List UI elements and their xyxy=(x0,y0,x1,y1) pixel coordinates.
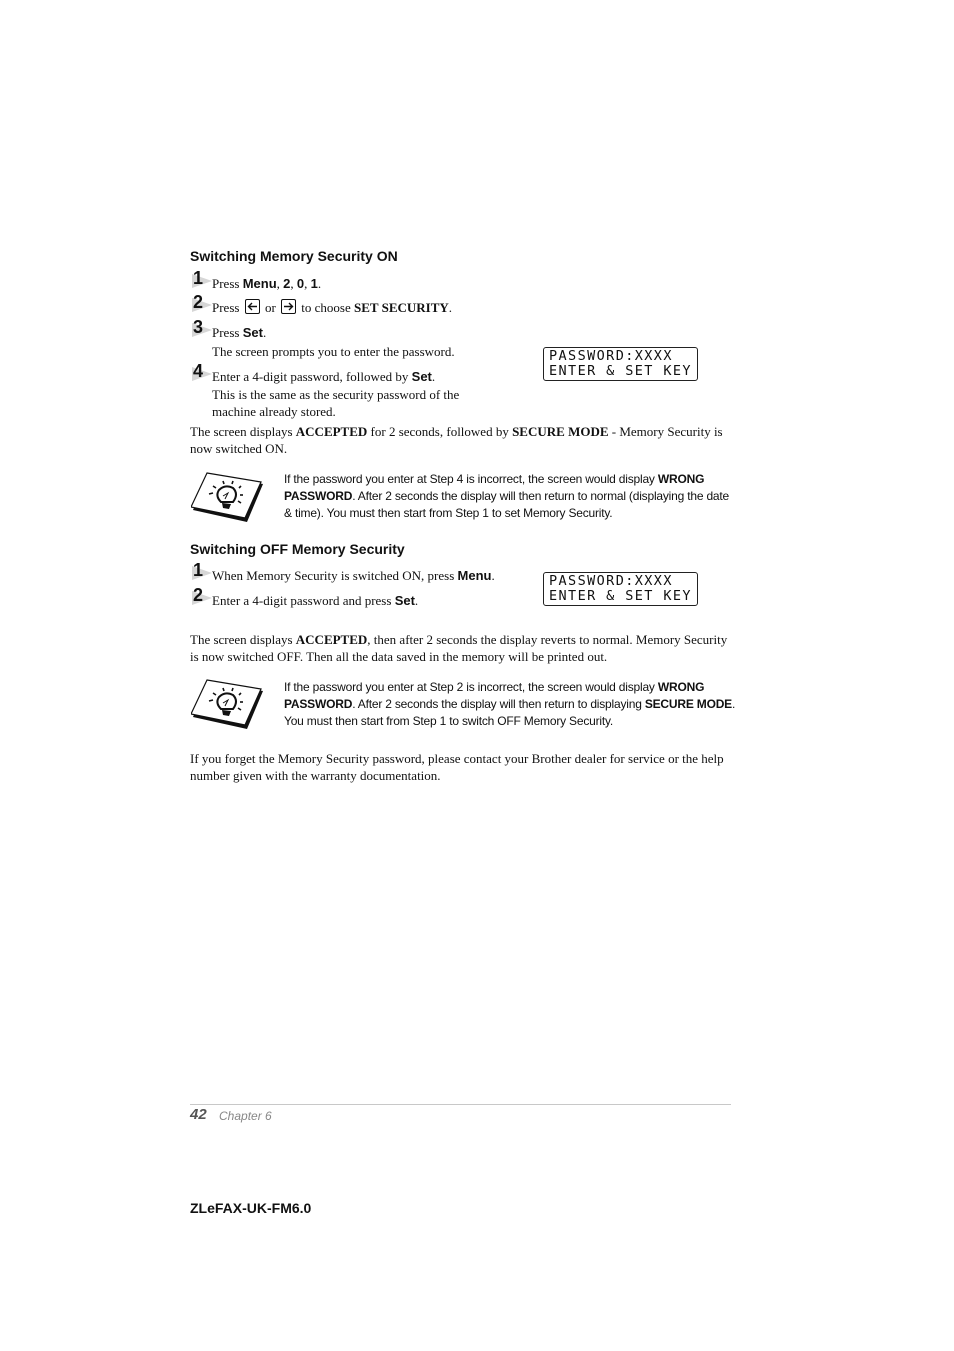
section-heading-on: Switching Memory Security ON xyxy=(190,248,398,264)
result-paragraph-off: The screen displays ACCEPTED, then after… xyxy=(190,632,728,664)
step-number-badge: 1 xyxy=(190,561,212,583)
note-text-off: If the password you enter at Step 2 is i… xyxy=(284,680,736,728)
forget-password-paragraph: If you forget the Memory Security passwo… xyxy=(190,751,724,783)
note-text-on: If the password you enter at Step 4 is i… xyxy=(284,472,730,520)
step-number-badge: 2 xyxy=(190,293,212,315)
footer-divider xyxy=(190,1104,731,1105)
lcd-display-on: PASSWORD:XXXX ENTER & SET KEY xyxy=(543,347,698,381)
section-heading-off: Switching OFF Memory Security xyxy=(190,541,405,557)
lightbulb-note-icon xyxy=(190,472,265,529)
right-arrow-key-icon xyxy=(281,299,297,314)
step-number-badge: 3 xyxy=(190,318,212,340)
step-number-badge: 2 xyxy=(190,586,212,608)
page-number: 42 xyxy=(190,1106,207,1123)
lightbulb-note-icon xyxy=(190,679,265,736)
left-arrow-key-icon xyxy=(244,299,260,314)
result-paragraph-on: The screen displays ACCEPTED for 2 secon… xyxy=(190,424,723,456)
step-number-badge: 1 xyxy=(190,269,212,291)
step-on-4-description-line2: machine already stored. xyxy=(212,404,336,419)
chapter-label: Chapter 6 xyxy=(219,1109,272,1123)
step-number-badge: 4 xyxy=(190,362,212,384)
lcd-display-off: PASSWORD:XXXX ENTER & SET KEY xyxy=(543,572,698,606)
step-on-4-description-line1: This is the same as the security passwor… xyxy=(212,387,460,402)
document-id: ZLeFAX-UK-FM6.0 xyxy=(190,1200,312,1216)
step-on-3-description: The screen prompts you to enter the pass… xyxy=(212,344,455,359)
